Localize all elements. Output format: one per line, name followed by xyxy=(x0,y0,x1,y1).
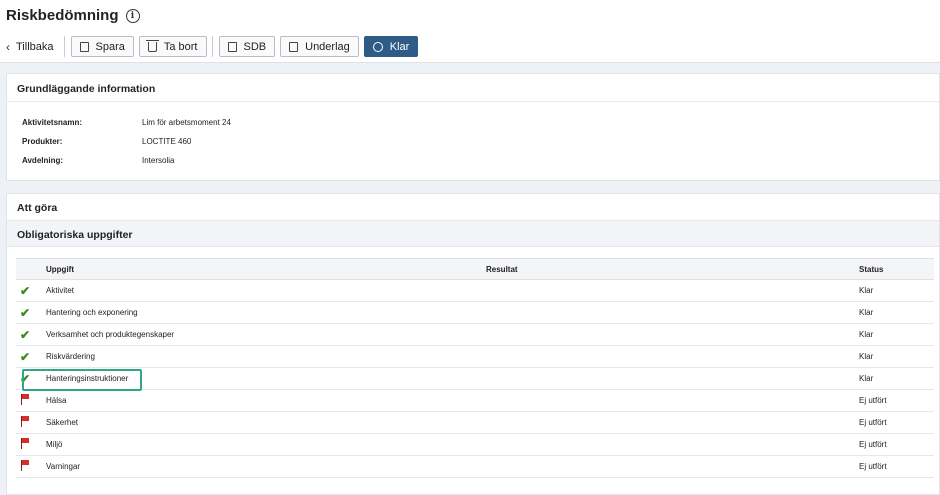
flag-icon xyxy=(20,460,30,471)
table-row[interactable]: ✔ Verksamhet och produktegenskaper Klar xyxy=(16,323,934,346)
basic-info-title: Grundläggande information xyxy=(7,74,939,102)
status-cell: Ej utfört xyxy=(849,411,934,434)
status-icon-cell xyxy=(16,455,36,478)
task-cell[interactable]: Verksamhet och produktegenskaper xyxy=(36,323,476,346)
sdb-label: SDB xyxy=(243,40,267,53)
check-icon: ✔ xyxy=(20,327,31,342)
status-cell: Ej utfört xyxy=(849,433,934,456)
status-cell: Ej utfört xyxy=(849,455,934,478)
result-cell xyxy=(476,345,849,368)
info-row: Produkter: LOCTITE 460 xyxy=(22,132,939,151)
info-row: Avdelning: Intersolia xyxy=(22,151,939,170)
document-icon xyxy=(227,41,237,52)
task-cell[interactable]: Hälsa xyxy=(36,389,476,412)
table-row[interactable]: ✔ Hantering och exponering Klar xyxy=(16,301,934,324)
info-value: LOCTITE 460 xyxy=(142,137,192,146)
mandatory-tasks-header: Obligatoriska uppgifter xyxy=(7,220,939,247)
result-cell xyxy=(476,389,849,412)
result-cell xyxy=(476,455,849,478)
done-button[interactable]: Klar xyxy=(363,36,419,57)
check-icon: ✔ xyxy=(20,305,31,320)
sdb-button[interactable]: SDB xyxy=(218,36,276,57)
table-header-row: Uppgift Resultat Status xyxy=(16,258,934,280)
info-value: Lim för arbetsmoment 24 xyxy=(142,118,231,127)
todo-title: Att göra xyxy=(17,202,58,214)
status-icon-cell: ✔ xyxy=(16,367,36,390)
underlag-label: Underlag xyxy=(305,40,350,53)
task-cell[interactable]: Varningar xyxy=(36,455,476,478)
task-column-header: Uppgift xyxy=(36,258,476,280)
table-row[interactable]: Säkerhet Ej utfört xyxy=(16,411,934,434)
status-icon-cell: ✔ xyxy=(16,301,36,324)
status-cell: Klar xyxy=(849,279,934,302)
result-column-header: Resultat xyxy=(476,258,849,280)
info-key: Produkter: xyxy=(22,137,63,146)
toolbar-divider xyxy=(211,36,213,57)
task-cell[interactable]: Hantering och exponering xyxy=(36,301,476,324)
result-cell xyxy=(476,301,849,324)
status-cell: Klar xyxy=(849,301,934,324)
status-icon-cell xyxy=(16,389,36,412)
back-label: Tillbaka xyxy=(16,40,54,53)
toolbar: ‹ Tillbaka Spara Ta bort SDB Underlag Kl… xyxy=(6,36,423,57)
save-icon xyxy=(79,41,89,52)
delete-label: Ta bort xyxy=(163,40,198,53)
table-row[interactable]: ✔ Hanteringsinstruktioner Klar xyxy=(16,367,934,390)
task-cell[interactable]: Hanteringsinstruktioner xyxy=(36,367,476,390)
done-label: Klar xyxy=(389,40,410,53)
save-button[interactable]: Spara xyxy=(70,36,134,57)
back-button[interactable]: ‹ Tillbaka xyxy=(6,36,64,57)
result-cell xyxy=(476,433,849,456)
table-row[interactable]: Varningar Ej utfört xyxy=(16,455,934,478)
check-icon: ✔ xyxy=(20,349,31,364)
table-row[interactable]: ✔ Riskvärdering Klar xyxy=(16,345,934,368)
toolbar-divider xyxy=(63,36,65,57)
flag-icon xyxy=(20,394,30,405)
info-key: Aktivitetsnamn: xyxy=(22,118,83,127)
status-column-header: Status xyxy=(849,258,934,280)
table-row[interactable]: ✔ Aktivitet Klar xyxy=(16,279,934,302)
check-icon: ✔ xyxy=(20,283,31,298)
basic-info-table: Aktivitetsnamn: Lim för arbetsmoment 24 Pr… xyxy=(7,102,939,170)
table-row[interactable]: Hälsa Ej utfört xyxy=(16,389,934,412)
printer-icon xyxy=(289,41,299,52)
title-row: Riskbedömning i xyxy=(6,7,140,24)
check-icon: ✔ xyxy=(20,371,31,386)
task-cell[interactable]: Riskvärdering xyxy=(36,345,476,368)
check-circle-icon xyxy=(372,41,383,52)
info-icon[interactable]: i xyxy=(125,8,140,23)
chevron-left-icon: ‹ xyxy=(6,39,10,54)
info-row: Aktivitetsnamn: Lim för arbetsmoment 24 xyxy=(22,113,939,132)
info-key: Avdelning: xyxy=(22,156,64,165)
page-header: Riskbedömning i ‹ Tillbaka Spara Ta bort… xyxy=(0,0,940,63)
status-icon-cell: ✔ xyxy=(16,345,36,368)
flag-icon xyxy=(20,438,30,449)
status-icon-cell: ✔ xyxy=(16,323,36,346)
icon-column-header xyxy=(16,258,36,280)
status-icon-cell: ✔ xyxy=(16,279,36,302)
basic-info-card: Grundläggande information Aktivitetsnamn… xyxy=(6,73,940,181)
table-row[interactable]: Miljö Ej utfört xyxy=(16,433,934,456)
status-icon-cell xyxy=(16,433,36,456)
result-cell xyxy=(476,367,849,390)
status-cell: Klar xyxy=(849,367,934,390)
result-cell xyxy=(476,279,849,302)
status-cell: Klar xyxy=(849,323,934,346)
underlag-button[interactable]: Underlag xyxy=(280,36,359,57)
save-label: Spara xyxy=(95,40,125,53)
task-cell[interactable]: Miljö xyxy=(36,433,476,456)
tasks-table: Uppgift Resultat Status ✔ Aktivitet Klar ✔ H… xyxy=(16,258,934,478)
trash-icon xyxy=(145,39,159,52)
task-cell[interactable]: Aktivitet xyxy=(36,279,476,302)
result-cell xyxy=(476,323,849,346)
status-cell: Klar xyxy=(849,345,934,368)
page-title: Riskbedömning xyxy=(6,7,119,24)
status-icon-cell xyxy=(16,411,36,434)
result-cell xyxy=(476,411,849,434)
status-cell: Ej utfört xyxy=(849,389,934,412)
delete-button[interactable]: Ta bort xyxy=(138,36,207,57)
task-cell[interactable]: Säkerhet xyxy=(36,411,476,434)
flag-icon xyxy=(20,416,30,427)
info-value: Intersolia xyxy=(142,156,175,165)
